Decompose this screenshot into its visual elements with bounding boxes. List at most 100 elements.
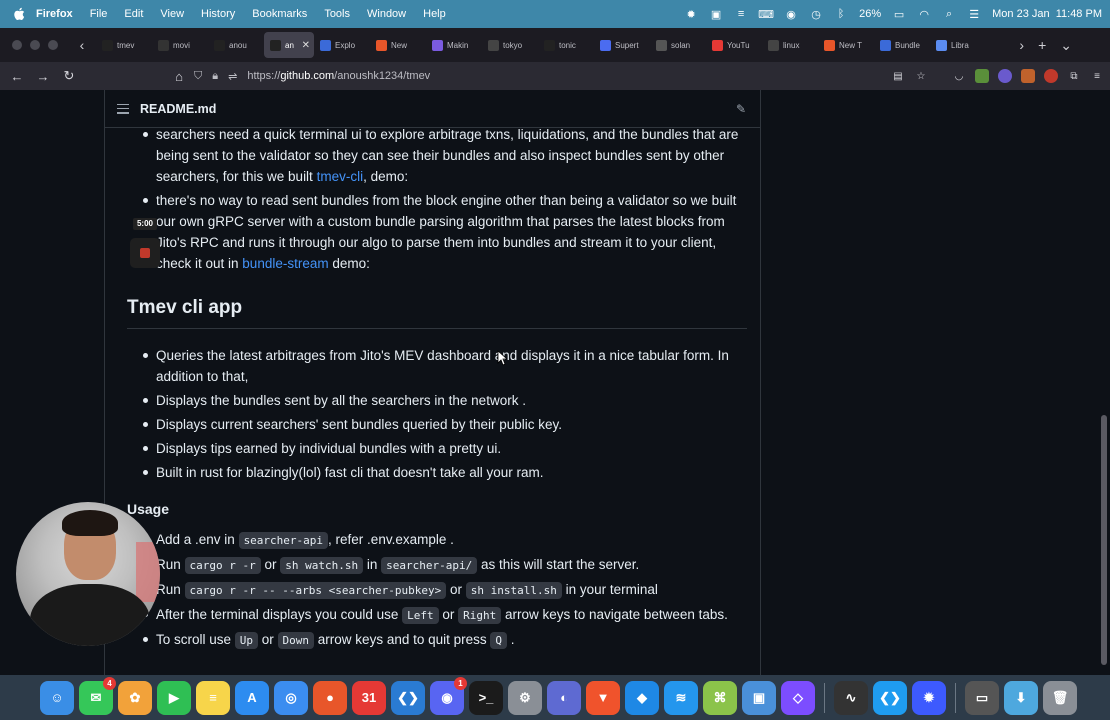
clock-status-icon[interactable]: ◷ [809,8,823,21]
tab-scroll-right-icon[interactable]: › [1019,37,1024,53]
facetime-icon[interactable]: ▶ [157,680,191,715]
lock-icon[interactable]: 🔒︎ [212,70,218,83]
tab-11[interactable]: YouTu [706,32,762,58]
safari-icon[interactable]: ◎ [274,680,308,715]
keyboard-icon[interactable]: ⌘ [703,680,737,715]
menu-status-icon[interactable]: ≡ [734,8,748,20]
obsidian-icon[interactable]: ◇ [781,680,815,715]
app-menu-icon[interactable]: ≡ [1090,69,1104,83]
usage-step: Run cargo r -r or sh watch.sh in searche… [127,554,747,576]
settings-icon[interactable]: ⚙ [508,680,542,715]
tmev-cli-link[interactable]: tmev-cli [317,169,364,184]
brave-icon[interactable]: ▼ [586,680,620,715]
tab-label: movi [173,40,190,50]
back-icon[interactable]: ← [4,65,30,87]
tab-3[interactable]: an ✕ [264,32,314,58]
close-tab-icon[interactable]: ✕ [302,40,310,51]
appstore-icon[interactable]: A [235,680,269,715]
tab-14[interactable]: Bundle [874,32,930,58]
battery-icon[interactable]: ▭ [892,8,906,21]
trash-icon[interactable]: 🗑 [1043,680,1077,715]
zoom-window-button[interactable] [48,40,58,50]
tab-7[interactable]: tokyo [482,32,538,58]
menu-history[interactable]: History [201,8,235,20]
reload-icon[interactable]: ↻ [56,65,82,87]
docker-icon[interactable]: ≋ [664,680,698,715]
notes-icon[interactable]: ≡ [196,680,230,715]
screen-icon[interactable]: ▭ [965,680,999,715]
preview-icon[interactable]: ▣ [742,680,776,715]
tab-6[interactable]: Makin [426,32,482,58]
vscode-icon[interactable]: ❮❯ [391,680,425,715]
outline-list-icon[interactable] [117,103,129,114]
tab-5[interactable]: New [370,32,426,58]
permissions-icon[interactable]: ⇌ [228,70,237,83]
tab-scroll-left-icon[interactable]: ‹ [72,35,92,55]
tab-8[interactable]: tonic [538,32,594,58]
gear-status-icon[interactable]: ✹ [684,8,698,21]
edit-pencil-icon[interactable]: ✎ [736,102,750,116]
control-center-icon[interactable]: ☰ [967,8,981,21]
tab-2[interactable]: anou [208,32,264,58]
wifi-icon[interactable]: ◠ [917,8,931,21]
forward-icon[interactable]: → [30,65,56,87]
altair-icon[interactable]: ◆ [625,680,659,715]
bookmark-star-icon[interactable]: ☆ [914,69,928,83]
firefox-icon [376,39,387,51]
tracking-shield-icon[interactable]: ⛉ [194,70,202,83]
messages-icon[interactable]: ✉ 4 [79,676,116,715]
terminal-icon[interactable]: >_ [469,680,503,715]
menu-window[interactable]: Window [367,8,406,20]
search-icon[interactable]: ⌕ [942,8,956,20]
dock-glyph: ❮❯ [397,689,419,705]
minimize-window-button[interactable] [30,40,40,50]
activity-monitor-icon[interactable]: ∿ [834,680,868,715]
play-status-icon[interactable]: ◉ [784,8,798,21]
menu-clock[interactable]: Mon 23 Jan 11:48 PM [992,8,1102,20]
menu-bookmarks[interactable]: Bookmarks [252,8,307,20]
stop-recording-button[interactable] [130,238,160,268]
menu-file[interactable]: File [90,8,108,20]
tab-1[interactable]: movi [152,32,208,58]
menu-edit[interactable]: Edit [124,8,143,20]
new-tab-icon[interactable]: + [1038,37,1046,53]
photos-icon[interactable]: ✿ [118,680,152,715]
menu-tools[interactable]: Tools [324,8,350,20]
url-bar[interactable]: ⛉ 🔒︎ ⇌ https://github.com/anoushk1234/tm… [194,64,814,88]
tab-12[interactable]: linux [762,32,818,58]
tab-15[interactable]: Libra [930,32,986,58]
tab-4[interactable]: Explo [314,32,370,58]
tab-0[interactable]: tmev [96,32,152,58]
pocket-icon[interactable]: ◡ [952,69,966,83]
tab-13[interactable]: New T [818,32,874,58]
extension-purple-icon[interactable] [998,69,1012,83]
discord-icon[interactable]: ◉ 1 [430,676,467,715]
page-scrollbar[interactable] [1101,415,1107,665]
tab-9[interactable]: Supert [594,32,650,58]
gear-app-icon[interactable]: ✹ [912,680,946,715]
tab-label: Explo [335,40,356,50]
menu-help[interactable]: Help [423,8,446,20]
apple-menu-icon[interactable] [12,7,26,21]
bundle-stream-link[interactable]: bundle-stream [242,256,328,271]
extension-green-icon[interactable] [975,69,989,83]
home-icon[interactable]: ⌂ [166,65,192,87]
reader-view-icon[interactable]: ▤ [891,69,905,83]
gamepad-icon[interactable]: ⌨ [758,8,774,21]
extensions-icon[interactable]: ⧉ [1067,69,1081,83]
extension-red-icon[interactable] [1044,69,1058,83]
close-window-button[interactable] [12,40,22,50]
linear-icon[interactable]: ◐ [547,680,581,715]
downloads-folder-icon[interactable]: ⬇ [1004,680,1038,715]
bluetooth-icon[interactable]: ᛒ [834,8,848,20]
calendar-icon[interactable]: 31 [352,680,386,715]
extension-fox-icon[interactable] [1021,69,1035,83]
firefox-icon[interactable]: ● [313,680,347,715]
tab-10[interactable]: solan [650,32,706,58]
list-all-tabs-icon[interactable]: ⌄ [1060,37,1072,54]
finder-icon[interactable]: ☺ [40,680,74,715]
vscode-insiders-icon[interactable]: ❮❯ [873,680,907,715]
menu-view[interactable]: View [160,8,184,20]
app-menu[interactable]: Firefox [36,8,73,20]
window-status-icon[interactable]: ▣ [709,8,723,21]
